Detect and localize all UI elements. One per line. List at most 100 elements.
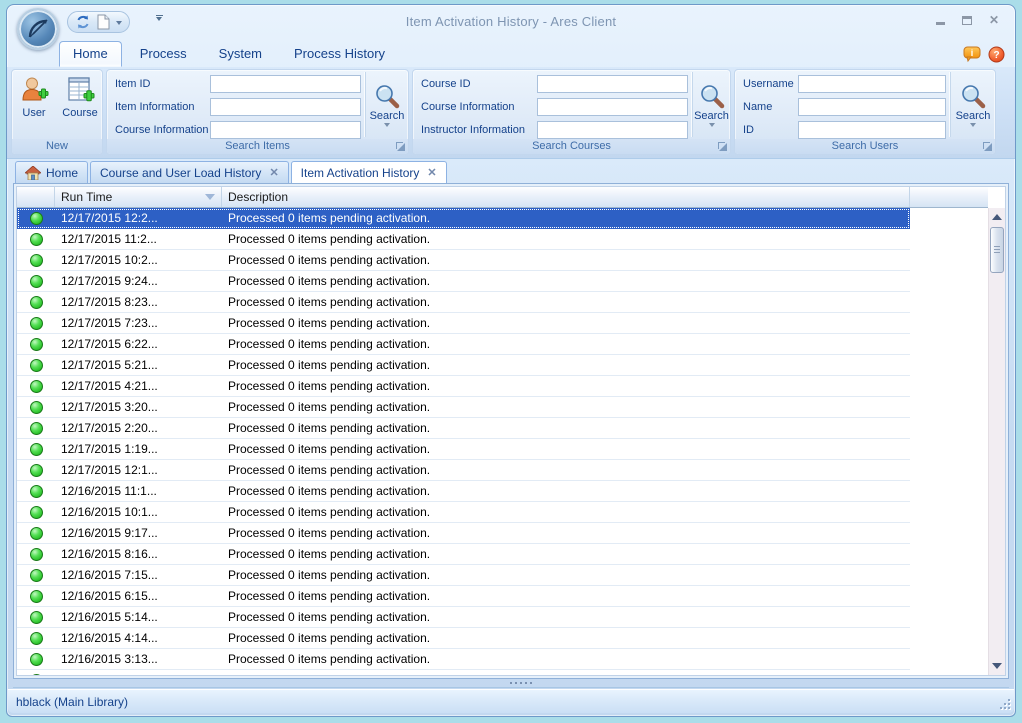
search-users-button[interactable]: Search <box>950 72 995 137</box>
course-information-field[interactable] <box>210 121 361 139</box>
search-courses-dialog-launcher[interactable] <box>718 142 728 152</box>
table-row[interactable]: 12/17/2015 7:23... Processed 0 items pen… <box>17 313 910 334</box>
vertical-scrollbar[interactable] <box>988 208 1005 675</box>
instructor-information-field[interactable] <box>537 121 688 139</box>
status-ok-icon <box>30 296 43 309</box>
description-cell: Processed 0 items pending activation. <box>222 400 910 414</box>
splitter-grip-icon <box>510 682 512 684</box>
search-items-dialog-launcher[interactable] <box>396 142 406 152</box>
add-user-button[interactable]: User <box>13 73 55 139</box>
maximize-button[interactable] <box>958 12 976 28</box>
table-row[interactable]: 12/17/2015 12:2... Processed 0 items pen… <box>17 208 910 229</box>
run-time-cell: 12/16/2015 11:1... <box>55 484 222 498</box>
search-items-button[interactable]: Search <box>365 72 408 137</box>
add-course-label: Course <box>62 107 97 119</box>
history-grid-panel: Run Time Description 12/17/2015 12:2... … <box>13 183 1009 679</box>
resize-grip[interactable] <box>997 696 1010 709</box>
minimize-button[interactable] <box>931 12 949 28</box>
id-field[interactable] <box>798 121 946 139</box>
table-row[interactable]: 12/16/2015 3:13... Processed 0 items pen… <box>17 649 910 670</box>
grid-rows: 12/17/2015 12:2... Processed 0 items pen… <box>17 208 988 670</box>
table-row[interactable]: 12/17/2015 6:22... Processed 0 items pen… <box>17 334 910 355</box>
table-row[interactable]: 12/16/2015 7:15... Processed 0 items pen… <box>17 565 910 586</box>
description-cell: Processed 0 items pending activation. <box>222 358 910 372</box>
status-ok-icon <box>30 674 43 676</box>
scroll-up-button[interactable] <box>989 209 1005 225</box>
column-header-run-time[interactable]: Run Time <box>55 187 222 207</box>
ribbon-tab-home[interactable]: Home <box>59 41 122 67</box>
ribbon-body: User Course New <box>7 67 1015 159</box>
scroll-up-icon <box>992 214 1002 220</box>
description-cell: Processed 0 items pending activation. <box>222 295 910 309</box>
grid-header: Run Time Description <box>17 187 988 208</box>
description-cell: Processed 0 items pending activation. <box>222 274 910 288</box>
doc-tab-home-label: Home <box>46 166 78 180</box>
window-title: Item Activation History - Ares Client <box>7 14 1015 29</box>
table-row[interactable]: 12/16/2015 8:16... Processed 0 items pen… <box>17 544 910 565</box>
table-row-partial[interactable] <box>17 670 910 676</box>
table-row[interactable]: 12/17/2015 9:24... Processed 0 items pen… <box>17 271 910 292</box>
table-row[interactable]: 12/17/2015 12:1... Processed 0 items pen… <box>17 460 910 481</box>
close-button[interactable]: ✕ <box>985 12 1003 28</box>
username-field[interactable] <box>798 75 946 93</box>
name-field[interactable] <box>798 98 946 116</box>
table-row[interactable]: 12/17/2015 11:2... Processed 0 items pen… <box>17 229 910 250</box>
description-cell: Processed 0 items pending activation. <box>222 379 910 393</box>
item-information-field[interactable] <box>210 98 361 116</box>
table-row[interactable]: 12/16/2015 9:17... Processed 0 items pen… <box>17 523 910 544</box>
ribbon-tab-process[interactable]: Process <box>126 41 201 67</box>
run-time-cell: 12/16/2015 4:14... <box>55 631 222 645</box>
ribbon-help-area: i ? <box>963 46 1005 63</box>
application-menu-button[interactable] <box>17 8 59 50</box>
ribbon-group-new: User Course New <box>11 69 103 155</box>
scroll-down-button[interactable] <box>989 658 1005 674</box>
item-id-field[interactable] <box>210 75 361 93</box>
help-icon[interactable]: ? <box>988 46 1005 63</box>
doc-tab-home[interactable]: Home <box>15 161 88 183</box>
table-row[interactable]: 12/17/2015 4:21... Processed 0 items pen… <box>17 376 910 397</box>
search-icon <box>374 83 400 109</box>
course-id-field[interactable] <box>537 75 688 93</box>
ribbon-tab-system[interactable]: System <box>205 41 276 67</box>
scrollbar-thumb[interactable] <box>990 227 1004 273</box>
course-information2-field[interactable] <box>537 98 688 116</box>
table-row[interactable]: 12/17/2015 10:2... Processed 0 items pen… <box>17 250 910 271</box>
window-controls: ✕ <box>931 12 1003 28</box>
run-time-cell: 12/17/2015 8:23... <box>55 295 222 309</box>
table-row[interactable]: 12/17/2015 5:21... Processed 0 items pen… <box>17 355 910 376</box>
search-courses-dropdown-arrow <box>709 123 715 127</box>
column-header-status[interactable] <box>17 187 55 207</box>
add-user-icon <box>19 75 49 105</box>
ares-bow-icon <box>25 16 51 42</box>
doc-tab-course-user-load-history[interactable]: Course and User Load History ✕ <box>90 161 289 183</box>
table-row[interactable]: 12/17/2015 2:20... Processed 0 items pen… <box>17 418 910 439</box>
description-cell: Processed 0 items pending activation. <box>222 652 910 666</box>
table-row[interactable]: 12/16/2015 6:15... Processed 0 items pen… <box>17 586 910 607</box>
doc-tab-item-activation-history[interactable]: Item Activation History ✕ <box>291 161 447 183</box>
close-tab-icon[interactable]: ✕ <box>269 166 278 179</box>
status-ok-icon <box>30 380 43 393</box>
table-row[interactable]: 12/17/2015 3:20... Processed 0 items pen… <box>17 397 910 418</box>
table-row[interactable]: 12/16/2015 4:14... Processed 0 items pen… <box>17 628 910 649</box>
table-row[interactable]: 12/17/2015 8:23... Processed 0 items pen… <box>17 292 910 313</box>
table-row[interactable]: 12/16/2015 11:1... Processed 0 items pen… <box>17 481 910 502</box>
run-time-cell: 12/17/2015 9:24... <box>55 274 222 288</box>
column-header-description[interactable]: Description <box>222 187 910 207</box>
table-row[interactable]: 12/16/2015 5:14... Processed 0 items pen… <box>17 607 910 628</box>
table-row[interactable]: 12/17/2015 1:19... Processed 0 items pen… <box>17 439 910 460</box>
close-tab-icon[interactable]: ✕ <box>427 166 436 179</box>
status-ok-icon <box>30 632 43 645</box>
description-cell: Processed 0 items pending activation. <box>222 484 910 498</box>
search-users-dialog-launcher[interactable] <box>983 142 993 152</box>
home-icon <box>25 166 41 180</box>
horizontal-splitter[interactable] <box>13 679 1009 688</box>
search-courses-button[interactable]: Search <box>692 72 730 137</box>
add-course-button[interactable]: Course <box>59 73 101 139</box>
item-id-label: Item ID <box>115 78 210 90</box>
table-row[interactable]: 12/16/2015 10:1... Processed 0 items pen… <box>17 502 910 523</box>
scroll-down-icon <box>992 663 1002 669</box>
feedback-icon[interactable]: i <box>963 46 982 63</box>
ribbon-tab-process-history[interactable]: Process History <box>280 41 399 67</box>
sort-desc-icon <box>205 194 215 200</box>
description-cell: Processed 0 items pending activation. <box>222 610 910 624</box>
